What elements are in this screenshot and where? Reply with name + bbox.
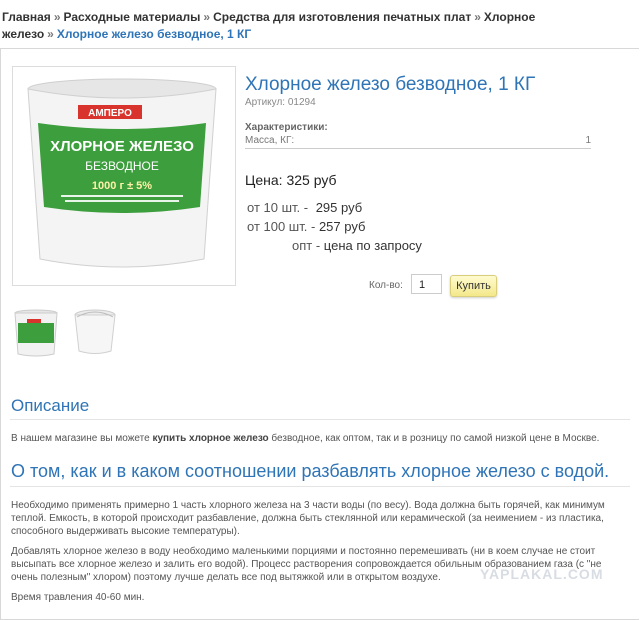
quantity-input[interactable]: 1 [411,274,442,294]
tier-value: 295 руб [315,200,363,215]
bucket-illustration: АМПЕРО ХЛОРНОЕ ЖЕЛЕЗО БЕЗВОДНОЕ 1000 г ±… [27,78,217,268]
howto-paragraph-3: Время травления 40-60 мин. [11,592,145,603]
mass-row: Масса, КГ: 1 [245,135,591,149]
howto-heading: О том, как и в каком соотношении разбавл… [11,461,610,481]
description-heading: Описание [11,396,90,415]
tier-value: цена по запросу [323,238,422,253]
product-price: Цена: 325 руб [245,172,337,188]
breadcrumb-home[interactable]: Главная [2,10,51,24]
breadcrumb-separator: » [474,10,481,24]
price-tier-100: от 100 шт. - 257 руб [247,219,365,234]
description-text-start: В нашем магазине вы можете [11,433,153,444]
tier-value: 257 руб [318,219,366,234]
price-tier-wholesale: опт - цена по запросу [292,238,422,253]
tier-label: от 10 шт. - [247,200,309,215]
description-keyword: купить хлорное железо [152,433,269,444]
image-name-line1: ХЛОРНОЕ ЖЕЛЕЗО [50,138,194,155]
watermark: YAPLAKAL.COM [480,566,604,582]
description-text-end: безводное, как оптом, так и в розницу по… [268,433,600,444]
divider [10,486,630,487]
breadcrumb: Главная» Расходные материалы» Средства для… [2,9,638,43]
tier-label: от 100 шт. - [247,219,316,234]
image-name-line2: БЕЗВОДНОЕ [85,159,159,173]
divider [10,419,630,420]
breadcrumb-separator: » [47,27,54,41]
characteristics-heading: Характеристики: [245,122,328,133]
tier-label: опт - [292,238,321,253]
price-tier-10: от 10 шт. - 295 руб [247,200,362,215]
breadcrumb-current: Хлорное железо безводное, 1 КГ [56,27,252,41]
thumbnail-lid-icon [74,309,116,354]
howto-paragraph-1: Необходимо применять примерно 1 часть хл… [11,500,605,537]
image-weight: 1000 г ± 5% [92,180,152,192]
product-main-image[interactable]: АМПЕРО ХЛОРНОЕ ЖЕЛЕЗО БЕЗВОДНОЕ 1000 г ±… [12,66,236,286]
product-sku: Артикул: 01294 [245,97,316,108]
thumbnail-bucket-front[interactable] [12,307,60,359]
mass-value: 1 [585,135,591,146]
breadcrumb-pcb-supplies[interactable]: Средства для изготовления печатных плат [213,10,471,24]
thumbnail-bucket-lid[interactable] [71,307,119,359]
buy-button[interactable]: Купить [450,275,497,297]
breadcrumb-separator: » [53,10,61,24]
breadcrumb-consumables[interactable]: Расходные материалы [64,10,201,24]
mass-label: Масса, КГ: [245,135,295,146]
description-text: В нашем магазине вы можете купить хлорно… [11,432,631,445]
breadcrumb-separator: » [203,10,211,24]
quantity-label: Кол-во: [369,280,403,291]
thumbnail-front-icon [14,309,58,357]
image-brand: АМПЕРО [88,108,132,119]
product-title: Хлорное железо безводное, 1 КГ [245,74,536,95]
